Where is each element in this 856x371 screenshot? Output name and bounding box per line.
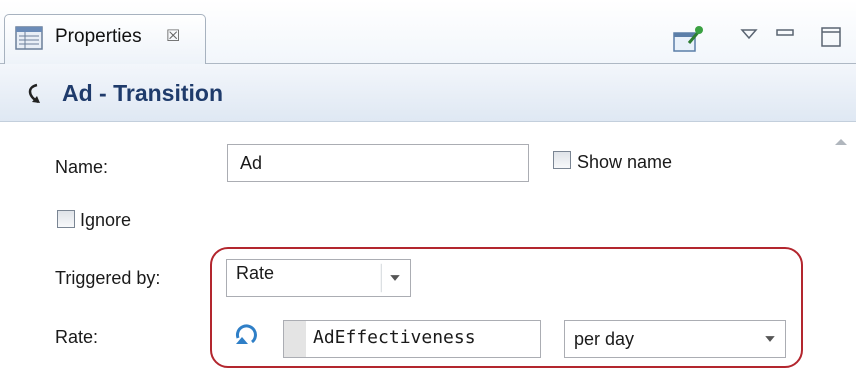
rate-unit-value: per day: [574, 329, 635, 349]
transition-icon: [28, 83, 40, 104]
triggered-by-value: Rate: [236, 263, 275, 283]
properties-view-icon: [15, 26, 43, 50]
code-toggle-icon[interactable]: [232, 320, 262, 350]
scroll-up-arrow-icon[interactable]: [832, 136, 850, 148]
close-icon[interactable]: ☒: [166, 26, 180, 46]
tab-label: Properties: [55, 26, 142, 47]
name-label: Name:: [55, 157, 109, 177]
rate-expression-text: AdEffectiveness: [313, 327, 476, 348]
combo-arrow-icon: [380, 263, 400, 293]
show-name-label: Show name: [577, 152, 673, 172]
triggered-by-select[interactable]: Rate: [226, 259, 411, 297]
rate-expression-input[interactable]: AdEffectiveness: [283, 320, 541, 358]
rate-unit-select[interactable]: per day: [564, 320, 786, 358]
ignore-label: Ignore: [80, 210, 132, 230]
triggered-by-label: Triggered by:: [55, 268, 161, 288]
expression-gutter: [284, 321, 306, 357]
rate-label: Rate:: [55, 327, 99, 347]
ignore-checkbox[interactable]: [57, 210, 75, 228]
pin-icon[interactable]: [672, 24, 704, 54]
name-input[interactable]: Ad: [227, 144, 529, 182]
vertical-scrollbar[interactable]: [826, 122, 856, 371]
show-name-checkbox[interactable]: [553, 151, 571, 169]
maximize-icon[interactable]: [820, 26, 842, 48]
view-menu-icon[interactable]: [740, 27, 758, 41]
combo-arrow-icon: [765, 336, 775, 342]
minimize-icon[interactable]: [775, 27, 795, 39]
page-title: Ad - Transition: [62, 80, 223, 106]
